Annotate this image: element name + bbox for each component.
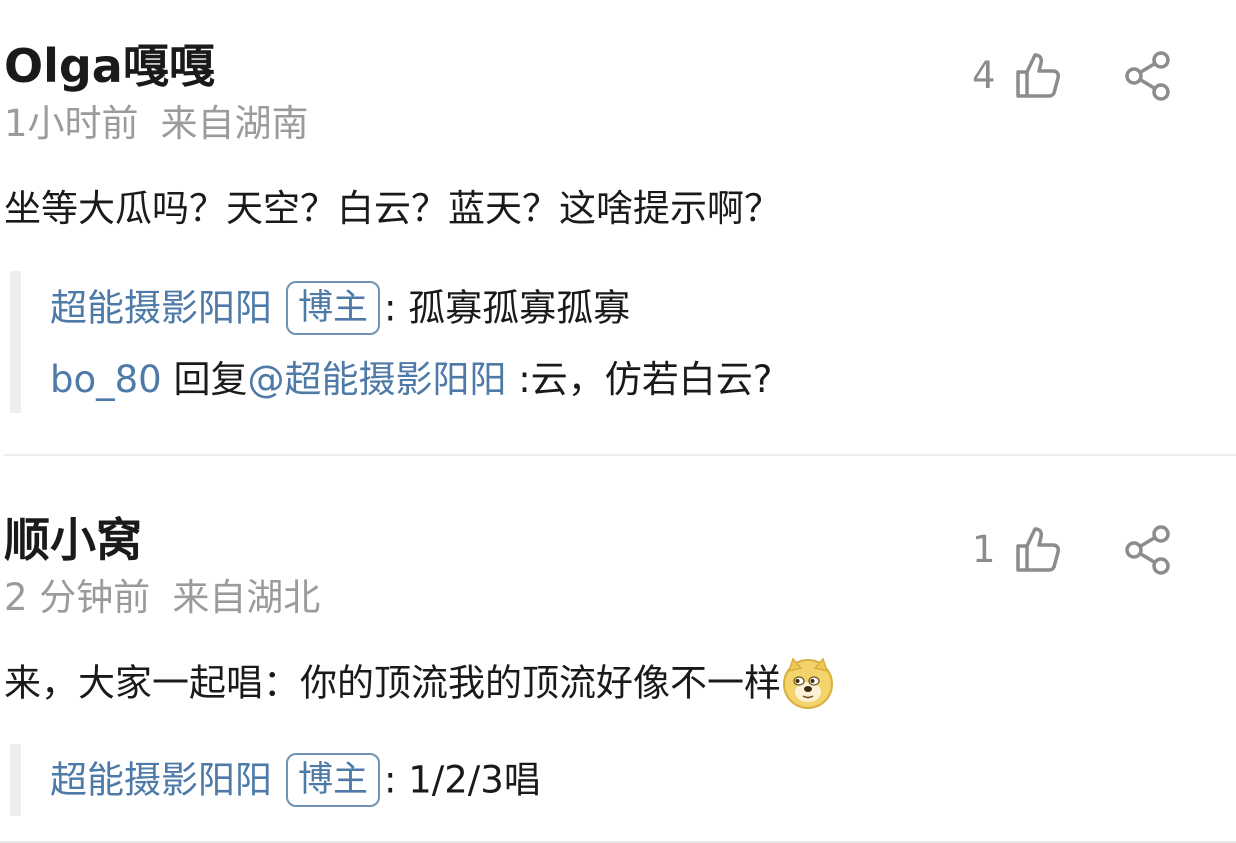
blogger-badge: 博主 — [286, 753, 381, 807]
reply-text: : 1/2/3唱 — [384, 758, 541, 802]
comment-item: 顺小窝 2 分钟前 来自湖北 1 来，大家一起唱：你的顶流我的顶流好像不一样 超… — [0, 456, 1236, 843]
reply-mention[interactable]: @超能摄影阳阳 — [247, 358, 506, 401]
like-count: 1 — [972, 528, 996, 571]
comment-username[interactable]: Olga嘎嘎 — [4, 38, 215, 94]
comment-time: 2 分钟前 — [4, 576, 151, 619]
thumbs-up-icon[interactable] — [1012, 524, 1064, 576]
comment-list: Olga嘎嘎 1小时前 来自湖南 4 坐等大瓜吗？天空？白云？蓝天？这啥提示啊？ … — [0, 0, 1236, 843]
reply-action: 回复 — [161, 358, 248, 401]
reply-item[interactable]: 超能摄影阳阳 博主: 孤寡孤寡孤寡 — [50, 281, 631, 337]
blogger-badge: 博主 — [286, 281, 381, 335]
reply-text: :云，仿若白云? — [506, 358, 773, 401]
reply-box[interactable]: 超能摄影阳阳 博主: 1/2/3唱 — [10, 744, 1236, 816]
comment-location: 来自湖南 — [160, 102, 309, 145]
share-icon[interactable] — [1122, 50, 1174, 102]
comment-username[interactable]: 顺小窝 — [4, 512, 142, 568]
reply-bar — [10, 271, 21, 413]
thumbs-up-icon[interactable] — [1012, 50, 1064, 102]
reply-author[interactable]: bo_80 — [50, 358, 162, 401]
reply-bar — [10, 744, 21, 816]
like-count: 4 — [972, 54, 996, 97]
comment-location: 来自湖北 — [172, 576, 321, 619]
comment-body: 来，大家一起唱：你的顶流我的顶流好像不一样 — [4, 657, 835, 712]
comment-time: 1小时前 — [4, 102, 139, 145]
comment-meta: 1小时前 来自湖南 — [4, 102, 309, 146]
comment-meta: 2 分钟前 来自湖北 — [4, 576, 320, 620]
reply-item[interactable]: bo_80 回复@超能摄影阳阳 :云，仿若白云? — [50, 355, 772, 405]
share-icon[interactable] — [1122, 524, 1174, 576]
reply-item[interactable]: 超能摄影阳阳 博主: 1/2/3唱 — [50, 753, 541, 809]
doge-emoji-icon — [783, 657, 833, 709]
reply-text: : 孤寡孤寡孤寡 — [384, 286, 631, 330]
comment-item: Olga嘎嘎 1小时前 来自湖南 4 坐等大瓜吗？天空？白云？蓝天？这啥提示啊？ … — [0, 0, 1236, 455]
comment-body-text: 来，大家一起唱：你的顶流我的顶流好像不一样 — [4, 661, 781, 705]
reply-author[interactable]: 超能摄影阳阳 — [50, 759, 272, 802]
reply-box[interactable]: 超能摄影阳阳 博主: 孤寡孤寡孤寡 bo_80 回复@超能摄影阳阳 :云，仿若白云… — [10, 271, 1236, 413]
reply-author[interactable]: 超能摄影阳阳 — [50, 287, 272, 330]
comment-body: 坐等大瓜吗？天空？白云？蓝天？这啥提示啊？ — [4, 187, 781, 230]
